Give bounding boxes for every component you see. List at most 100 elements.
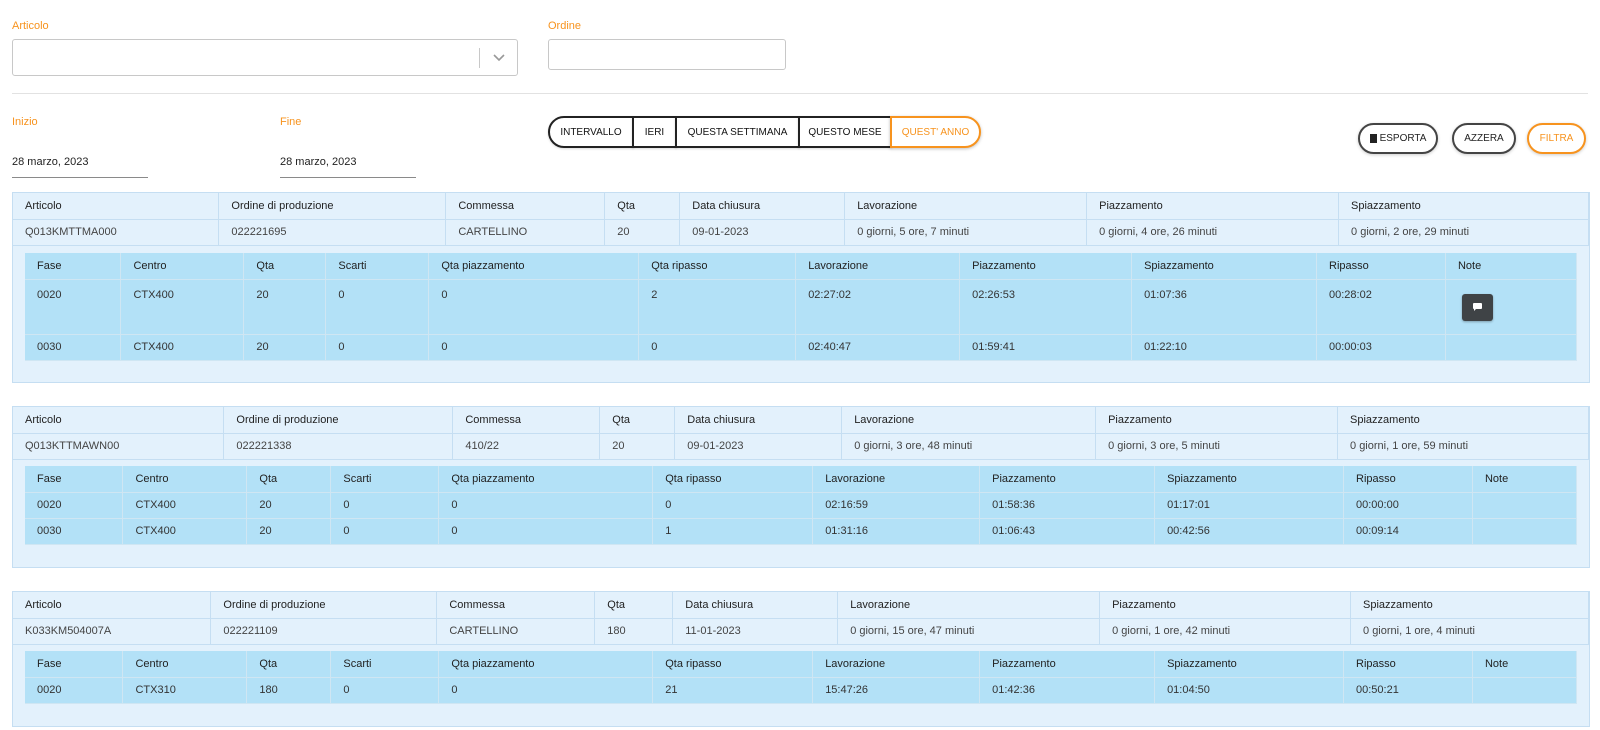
header-spiazzamento: Spiazzamento (1350, 592, 1589, 619)
cell-note (1472, 492, 1578, 519)
header-commessa: Commessa (445, 193, 606, 220)
divider (12, 93, 1588, 94)
cell-spiazzamento: 01:17:01 (1154, 492, 1344, 519)
header-piazzamento: Piazzamento (979, 651, 1156, 678)
cell-fase: 0020 (25, 492, 124, 519)
cell-qta-piazzamento: 0 (438, 677, 654, 704)
note-button[interactable] (1461, 293, 1493, 321)
inizio-date-field[interactable]: 28 marzo, 2023 (12, 156, 148, 178)
cell-ripasso: 00:09:14 (1343, 518, 1473, 545)
cell-qta-ripasso: 0 (638, 334, 797, 361)
header-articolo: Articolo (13, 407, 225, 434)
reset-button[interactable]: AZZERA (1452, 123, 1516, 154)
table-row: Q013KTTMAWN00 022221338 410/22 20 09-01-… (13, 433, 1589, 460)
export-button[interactable]: ESPORTA (1358, 123, 1438, 154)
fine-label: Fine (280, 116, 302, 128)
header-data-chiusura: Data chiusura (674, 407, 843, 434)
period-settimana-button[interactable]: QUESTA SETTIMANA (675, 116, 800, 148)
articolo-select[interactable] (12, 39, 518, 76)
cell-lavorazione: 0 giorni, 15 ore, 47 minuti (837, 618, 1101, 645)
header-spiazzamento: Spiazzamento (1131, 253, 1317, 280)
header-lavorazione: Lavorazione (812, 466, 981, 493)
cell-note (1472, 518, 1578, 545)
order-card: Articolo Ordine di produzione Commessa Q… (12, 406, 1590, 568)
header-qta: Qta (246, 466, 332, 493)
header-ripasso: Ripasso (1316, 253, 1446, 280)
cell-ordine: 022221338 (223, 433, 454, 460)
header-qta: Qta (599, 407, 676, 434)
cell-piazzamento: 0 giorni, 4 ore, 26 minuti (1086, 219, 1340, 246)
cell-spiazzamento: 00:42:56 (1154, 518, 1344, 545)
cell-scarti: 0 (325, 334, 430, 361)
header-ordine: Ordine di produzione (210, 592, 438, 619)
period-anno-button[interactable]: QUEST' ANNO (890, 116, 981, 148)
header-ripasso: Ripasso (1343, 466, 1473, 493)
header-piazzamento: Piazzamento (1095, 407, 1339, 434)
cell-ripasso: 00:28:02 (1316, 279, 1446, 335)
order-summary-table: Articolo Ordine di produzione Commessa Q… (13, 193, 1589, 246)
cell-lavorazione: 15:47:26 (812, 677, 981, 704)
cell-scarti: 0 (330, 518, 440, 545)
cell-piazzamento: 0 giorni, 3 ore, 5 minuti (1095, 433, 1339, 460)
cell-centro: CTX400 (120, 334, 245, 361)
cell-piazzamento: 01:59:41 (959, 334, 1133, 361)
cell-qta: 20 (604, 219, 681, 246)
order-summary-table: Articolo Ordine di produzione Commessa Q… (13, 407, 1589, 460)
header-centro: Centro (122, 466, 248, 493)
phases-table: Fase Centro Qta Scarti Qta piazzamento Q… (25, 466, 1578, 545)
period-ieri-button[interactable]: IERI (632, 116, 677, 148)
cell-note (1445, 334, 1578, 361)
period-mese-button[interactable]: QUESTO MESE (798, 116, 892, 148)
cell-data-chiusura: 09-01-2023 (679, 219, 846, 246)
header-commessa: Commessa (452, 407, 601, 434)
period-selector: INTERVALLO IERI QUESTA SETTIMANA QUESTO … (548, 116, 981, 148)
header-qta: Qta (604, 193, 681, 220)
header-qta-piazzamento: Qta piazzamento (428, 253, 640, 280)
cell-spiazzamento: 0 giorni, 1 ore, 4 minuti (1350, 618, 1589, 645)
table-row: 0030 CTX400 20 0 0 1 01:31:16 01:06:43 0… (25, 518, 1578, 545)
cell-note (1445, 279, 1578, 335)
cell-piazzamento: 0 giorni, 1 ore, 42 minuti (1099, 618, 1352, 645)
header-piazzamento: Piazzamento (979, 466, 1156, 493)
cell-centro: CTX400 (122, 518, 248, 545)
cell-lavorazione: 02:40:47 (795, 334, 961, 361)
cell-qta-piazzamento: 0 (438, 492, 654, 519)
header-qta: Qta (246, 651, 332, 678)
header-articolo: Articolo (13, 592, 212, 619)
table-row: Q013KMTTMA000 022221695 CARTELLINO 20 09… (13, 219, 1589, 246)
cell-ordine: 022221695 (218, 219, 447, 246)
header-data-chiusura: Data chiusura (672, 592, 839, 619)
order-card: Articolo Ordine di produzione Commessa Q… (12, 192, 1590, 383)
ordine-input[interactable] (548, 39, 786, 70)
file-icon (1369, 134, 1377, 143)
header-piazzamento: Piazzamento (1086, 193, 1340, 220)
table-row: 0030 CTX400 20 0 0 0 02:40:47 01:59:41 0… (25, 334, 1578, 361)
cell-qta: 20 (246, 518, 332, 545)
cell-centro: CTX400 (122, 492, 248, 519)
header-qta-piazzamento: Qta piazzamento (438, 466, 654, 493)
header-scarti: Scarti (330, 651, 440, 678)
fine-date-field[interactable]: 28 marzo, 2023 (280, 156, 416, 178)
header-qta: Qta (243, 253, 327, 280)
header-commessa: Commessa (436, 592, 596, 619)
header-centro: Centro (122, 651, 248, 678)
select-separator (479, 48, 480, 68)
cell-data-chiusura: 11-01-2023 (672, 618, 839, 645)
header-ordine: Ordine di produzione (218, 193, 447, 220)
cell-fase: 0020 (25, 677, 124, 704)
table-row: 0020 CTX310 180 0 0 21 15:47:26 01:42:36… (25, 677, 1578, 704)
chevron-down-icon[interactable] (492, 52, 506, 64)
header-lavorazione: Lavorazione (844, 193, 1088, 220)
cell-qta-piazzamento: 0 (438, 518, 654, 545)
cell-qta-piazzamento: 0 (428, 334, 640, 361)
filter-button[interactable]: FILTRA (1527, 123, 1586, 154)
header-spiazzamento: Spiazzamento (1338, 193, 1589, 220)
cell-qta: 20 (246, 492, 332, 519)
export-label: ESPORTA (1379, 133, 1427, 144)
header-fase: Fase (25, 466, 124, 493)
cell-fase: 0030 (25, 518, 124, 545)
period-intervallo-button[interactable]: INTERVALLO (548, 116, 634, 148)
cell-ordine: 022221109 (210, 618, 438, 645)
cell-qta-ripasso: 1 (652, 518, 814, 545)
cell-qta: 180 (594, 618, 674, 645)
